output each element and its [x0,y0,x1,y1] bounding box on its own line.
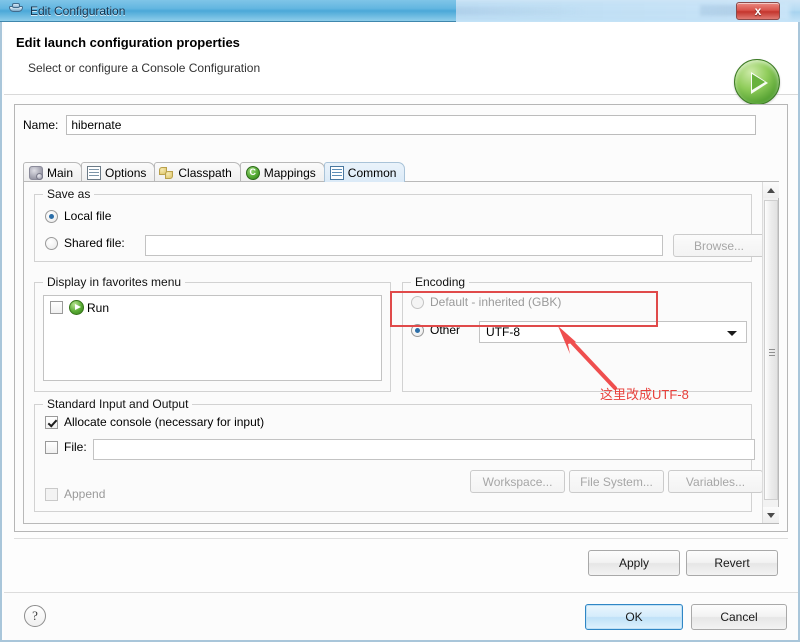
screenshot-root: Edit Configuration x Edit launch configu… [0,0,800,642]
apply-button[interactable]: Apply [588,550,680,576]
tab-options[interactable]: Options [81,162,155,182]
browse-button[interactable]: Browse... [673,234,763,257]
common-tab-page: Save as Local file Shared file: Browse..… [23,181,779,524]
shared-file-label: Shared file: [64,236,125,250]
vertical-scrollbar[interactable] [762,182,778,523]
help-question-icon[interactable]: ? [24,605,46,627]
revert-button[interactable]: Revert [686,550,778,576]
chevron-down-icon[interactable] [727,331,737,336]
save-as-group: Save as Local file Shared file: Browse..… [34,194,752,262]
classpath-jars-icon [160,166,174,180]
shared-file-input[interactable] [145,235,663,256]
dialog-titlebar[interactable]: Edit Configuration [0,0,456,22]
shared-file-radio[interactable] [45,237,58,250]
tab-bar: Main Options Classpath C Mappings [23,160,783,182]
encoding-group-title: Encoding [411,275,469,289]
apply-revert-row: Apply Revert [14,538,788,586]
output-file-row[interactable]: File: [45,440,87,454]
edit-configuration-dialog: Edit Configuration x Edit launch configu… [0,0,800,642]
allocate-console-checkbox[interactable] [45,416,58,429]
scrollbar-down-arrow[interactable] [763,507,779,523]
annotation-text: 这里改成UTF-8 [600,384,689,403]
close-button[interactable]: x [736,2,780,20]
ok-button[interactable]: OK [585,604,683,630]
encoding-combobox[interactable]: UTF-8 [479,321,747,343]
favorites-menu-group: Display in favorites menu Run [34,282,391,392]
workspace-button[interactable]: Workspace... [470,470,565,493]
tab-mappings-label: Mappings [264,166,316,180]
name-input[interactable] [66,115,756,135]
append-checkbox[interactable] [45,488,58,501]
local-file-radio[interactable] [45,210,58,223]
favorites-run-checkbox[interactable] [50,301,63,314]
tab-options-label: Options [105,166,146,180]
encoding-other-label: Other [430,323,460,337]
shared-file-radio-row[interactable]: Shared file: [45,236,125,250]
scrollbar-thumb[interactable] [764,200,778,500]
cancel-button[interactable]: Cancel [691,604,787,630]
run-play-icon [734,59,780,105]
tab-main-label: Main [47,166,73,180]
allocate-console-label: Allocate console (necessary for input) [64,415,264,429]
allocate-console-row[interactable]: Allocate console (necessary for input) [45,415,264,429]
scrollbar-up-arrow[interactable] [763,182,779,198]
output-file-input[interactable] [93,439,755,460]
mappings-c-icon: C [246,166,260,180]
encoding-default-radio-row[interactable]: Default - inherited (GBK) [411,295,561,309]
standard-io-group-title: Standard Input and Output [43,397,192,411]
tab-mappings[interactable]: C Mappings [240,162,325,182]
dialog-body: Edit launch configuration properties Sel… [0,22,800,642]
name-label: Name: [23,118,58,132]
run-icon [69,300,84,315]
common-tab-scroll-content: Save as Local file Shared file: Browse..… [24,182,763,523]
dialog-footer: ? OK Cancel [4,592,798,640]
configuration-content-frame: Name: Main Options Classpath [14,104,788,532]
file-system-button[interactable]: File System... [569,470,664,493]
options-table-icon [87,166,101,180]
encoding-other-radio[interactable] [411,324,424,337]
list-item[interactable]: Run [44,296,381,315]
local-file-label: Local file [64,209,111,223]
encoding-group: Encoding Default - inherited (GBK) Other [402,282,752,392]
tab-classpath-label: Classpath [178,166,231,180]
tab-main[interactable]: Main [23,162,82,182]
output-file-checkbox[interactable] [45,441,58,454]
dialog-title: Edit Configuration [30,4,125,18]
encoding-default-radio[interactable] [411,296,424,309]
tab-classpath[interactable]: Classpath [154,162,240,182]
scrollbar-grip-icon [769,349,775,356]
common-table-icon [330,166,344,180]
variables-button[interactable]: Variables... [668,470,763,493]
tab-common-label: Common [348,166,397,180]
favorites-menu-group-title: Display in favorites menu [43,275,185,289]
header-subtitle: Select or configure a Console Configurat… [28,61,260,75]
output-file-label: File: [64,440,87,454]
encoding-other-radio-row[interactable]: Other [411,323,460,337]
favorites-listbox[interactable]: Run [43,295,382,381]
save-as-group-title: Save as [43,187,94,201]
main-icon [29,166,43,180]
header-title: Edit launch configuration properties [16,35,240,50]
encoding-combobox-value: UTF-8 [486,325,520,339]
divider [14,538,788,539]
append-label: Append [64,487,105,501]
tab-common[interactable]: Common [324,162,406,182]
favorites-run-label: Run [87,301,109,315]
name-row: Name: [15,105,787,145]
append-row[interactable]: Append [45,487,105,501]
local-file-radio-row[interactable]: Local file [45,209,111,223]
eclipse-launch-icon [8,3,24,19]
standard-io-group: Standard Input and Output Allocate conso… [34,404,752,512]
encoding-default-label: Default - inherited (GBK) [430,295,561,309]
dialog-header: Edit launch configuration properties Sel… [4,22,798,95]
